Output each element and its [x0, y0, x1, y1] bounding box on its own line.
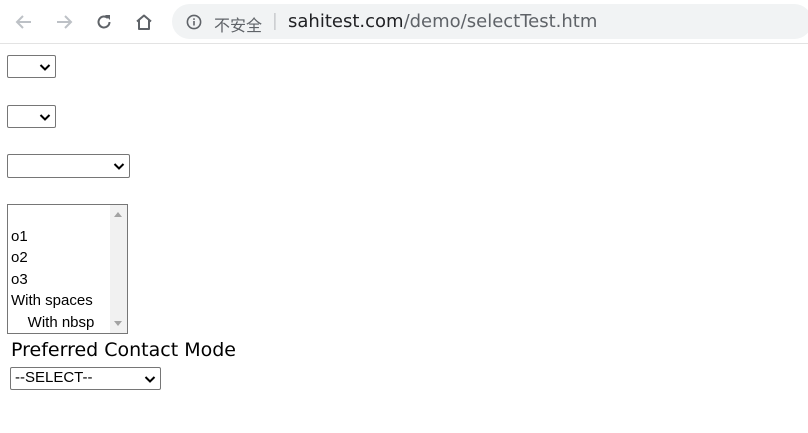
arrow-left-icon [14, 12, 34, 32]
listbox-option[interactable]: With nbsp [11, 312, 95, 333]
reload-icon [94, 12, 114, 32]
contact-mode-select[interactable]: --SELECT-- [10, 367, 161, 390]
forward-button[interactable] [51, 9, 77, 35]
multi-select-listbox[interactable]: o1 o2 o3 With spaces With nbsp [7, 204, 128, 334]
back-button[interactable] [11, 9, 37, 35]
listbox-option[interactable]: With spaces [11, 290, 94, 311]
security-label[interactable]: 不安全 [214, 12, 262, 36]
listbox-options: o1 o2 o3 With spaces With nbsp [11, 226, 94, 333]
listbox-option[interactable]: o3 [11, 269, 94, 290]
select-2[interactable] [7, 105, 56, 128]
home-button[interactable] [131, 9, 157, 35]
page-content: o1 o2 o3 With spaces With nbsp Preferred Co… [0, 44, 808, 433]
scroll-down-icon[interactable] [114, 321, 122, 326]
chevron-down-icon [144, 370, 156, 387]
listbox-scrollbar[interactable] [110, 205, 127, 333]
chevron-down-icon [113, 158, 125, 175]
arrow-right-icon [54, 12, 74, 32]
listbox-option[interactable]: o2 [11, 247, 94, 268]
separator: | [272, 11, 278, 31]
address-bar[interactable]: 不安全 | sahitest.com/demo/selectTest.htm [172, 4, 808, 39]
select-3[interactable] [7, 154, 130, 178]
url-host: sahitest.com [288, 11, 404, 32]
browser-toolbar: 不安全 | sahitest.com/demo/selectTest.htm [0, 0, 808, 44]
chevron-down-icon [39, 58, 51, 75]
home-icon [134, 12, 154, 32]
info-icon[interactable] [186, 14, 202, 35]
contact-mode-selected: --SELECT-- [15, 369, 93, 386]
reload-button[interactable] [91, 9, 117, 35]
url-text[interactable]: sahitest.com/demo/selectTest.htm [288, 11, 597, 32]
contact-mode-label: Preferred Contact Mode [11, 339, 236, 361]
scroll-up-icon[interactable] [114, 212, 122, 217]
chevron-down-icon [39, 108, 51, 125]
url-path: /demo/selectTest.htm [403, 11, 598, 32]
select-1[interactable] [7, 55, 56, 78]
listbox-option[interactable]: o1 [11, 226, 94, 247]
